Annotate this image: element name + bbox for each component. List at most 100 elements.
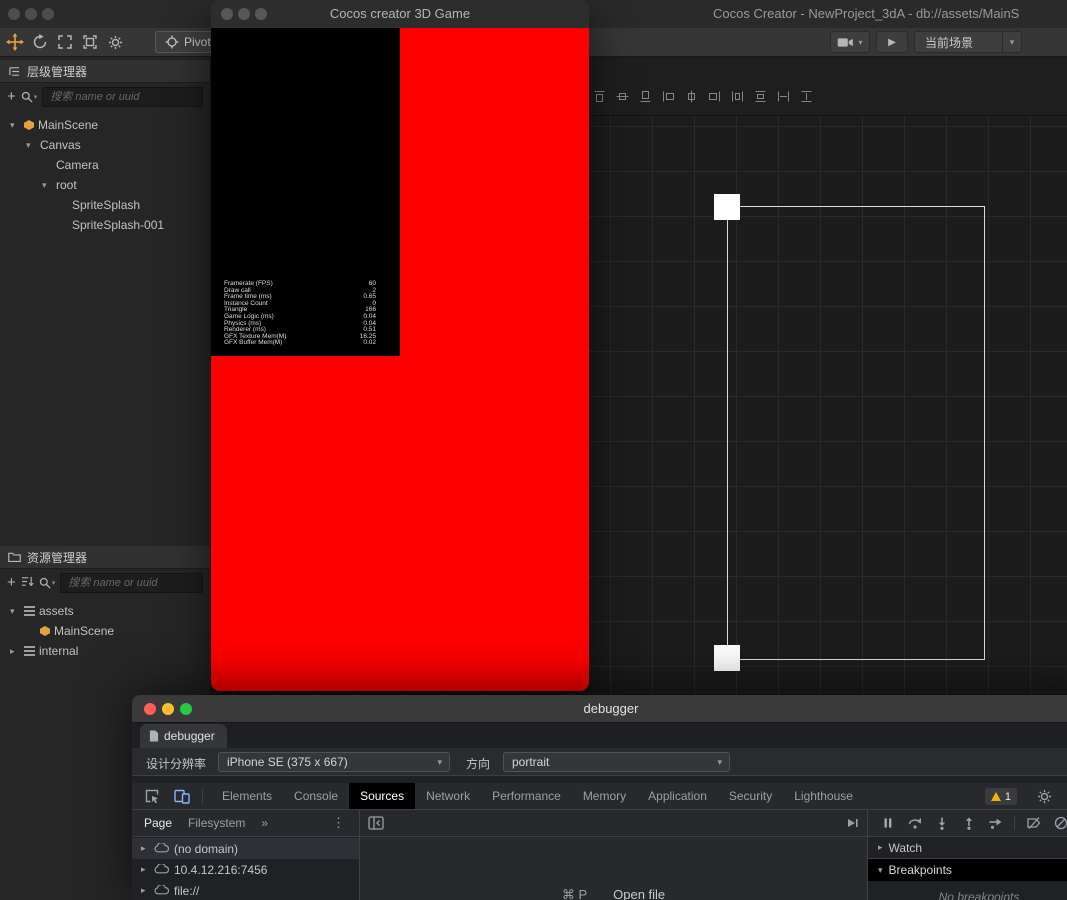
editor-empty-state[interactable]: ⌘ P Open file (360, 837, 867, 900)
settings-gear-icon[interactable] (104, 30, 126, 54)
close-button[interactable] (8, 8, 20, 20)
collapse-arrow-icon[interactable]: ▾ (26, 140, 40, 151)
pause-on-exceptions-icon[interactable] (1047, 810, 1067, 837)
collapse-arrow-icon[interactable]: ▾ (42, 180, 56, 191)
hierarchy-search-input[interactable] (48, 89, 197, 104)
move-tool-icon[interactable] (4, 30, 26, 54)
expand-arrow-icon[interactable]: ▸ (10, 646, 24, 657)
hierarchy-panel-header[interactable]: 层级管理器 (0, 60, 210, 83)
assets-node-internal[interactable]: ▸ internal (0, 641, 210, 661)
ui-transform-rect[interactable] (727, 206, 985, 660)
device-emulation-bar: 设计分辨率 iPhone SE (375 x 667) ▾ 方向 portrai… (132, 748, 1067, 776)
orientation-select-value: portrait (512, 755, 550, 769)
add-node-icon[interactable]: + (7, 89, 16, 104)
expand-arrow-icon[interactable]: ▸ (141, 885, 149, 896)
align-top-icon[interactable] (592, 89, 606, 103)
assets-panel-header[interactable]: 资源管理器 (0, 546, 210, 569)
frame-selection-icon[interactable] (79, 30, 101, 54)
hierarchy-node-canvas[interactable]: ▾ Canvas (0, 135, 210, 155)
more-options-icon[interactable]: ⋮ (332, 815, 345, 831)
orientation-select[interactable]: portrait ▾ (503, 752, 730, 772)
devtools-tab-network[interactable]: Network (415, 783, 481, 809)
collapse-arrow-icon[interactable]: ▾ (10, 606, 24, 617)
align-middle-icon[interactable] (615, 89, 629, 103)
step-icon[interactable] (982, 810, 1009, 837)
transform-handle-top-left[interactable] (714, 194, 740, 220)
devtools-tab-sources[interactable]: Sources (349, 783, 416, 809)
devtools-tab-elements[interactable]: Elements (211, 783, 283, 809)
sources-nav-tab-filesystem[interactable]: Filesystem (188, 816, 245, 830)
assets-node-mainscene[interactable]: MainScene (0, 621, 210, 641)
assets-node-assets[interactable]: ▾ assets (0, 601, 210, 621)
hierarchy-node-mainscene[interactable]: ▾ MainScene (0, 115, 210, 135)
minimize-button[interactable] (25, 8, 37, 20)
open-file-label[interactable]: Open file (613, 887, 665, 900)
current-scene-select[interactable]: 当前场景 ▾ (914, 31, 1022, 53)
pause-script-icon[interactable] (874, 810, 901, 837)
distribute-vertical-icon[interactable] (753, 89, 767, 103)
add-asset-icon[interactable]: + (7, 575, 16, 590)
stretch-horizontal-icon[interactable] (776, 89, 790, 103)
align-bottom-icon[interactable] (638, 89, 652, 103)
device-toolbar-toggle-icon[interactable] (172, 789, 192, 804)
search-filter-button[interactable]: ▾ (21, 91, 37, 103)
hierarchy-node-label: root (56, 178, 77, 192)
device-select[interactable]: iPhone SE (375 x 667) ▾ (218, 752, 450, 772)
game-preview-window: Cocos creator 3D Game Framerate (FPS) 60 D… (211, 0, 589, 691)
step-out-icon[interactable] (955, 810, 982, 837)
divider (202, 788, 203, 804)
search-filter-button[interactable]: ▾ (39, 577, 55, 589)
devtools-tab-lighthouse[interactable]: Lighthouse (783, 783, 864, 809)
step-over-icon[interactable] (901, 810, 928, 837)
watch-section-header[interactable]: ▸ Watch (868, 837, 1067, 859)
devtools-tab-application[interactable]: Application (637, 783, 718, 809)
debugger-tab[interactable]: debugger (140, 724, 227, 748)
distribute-horizontal-icon[interactable] (730, 89, 744, 103)
hierarchy-node-spritesplash[interactable]: SpriteSplash (0, 195, 210, 215)
refresh-icon[interactable] (29, 30, 51, 54)
sources-tree-item[interactable]: ▸ 10.4.12.216:7456 (132, 859, 359, 880)
stat-label: GFX Buffer Mem(M) (224, 339, 283, 347)
sources-tree-item[interactable]: ▸ (no domain) (132, 838, 359, 859)
assets-search-input[interactable] (66, 575, 197, 590)
fullscreen-icon[interactable] (54, 30, 76, 54)
no-breakpoints-message: No breakpoints (938, 890, 1020, 900)
assets-panel-title: 资源管理器 (27, 550, 88, 565)
chevron-down-icon: ▾ (1002, 32, 1021, 52)
devtools-tab-performance[interactable]: Performance (481, 783, 572, 809)
devtools-tab-console[interactable]: Console (283, 783, 349, 809)
warnings-badge[interactable]: 1 (984, 788, 1017, 805)
align-center-icon[interactable] (684, 89, 698, 103)
hierarchy-node-spritesplash-001[interactable]: SpriteSplash-001 (0, 215, 210, 235)
expand-arrow-icon[interactable]: ▸ (141, 864, 149, 875)
scene-icon (24, 120, 34, 130)
hierarchy-node-root[interactable]: ▾ root (0, 175, 210, 195)
devtools-tab-security[interactable]: Security (718, 783, 783, 809)
game-viewport[interactable]: Framerate (FPS) 60 Draw call 2 Frame time (m… (211, 28, 589, 691)
devtools-settings-icon[interactable] (1037, 789, 1052, 804)
sources-nav-tab-page[interactable]: Page (144, 816, 172, 830)
expand-arrow-icon[interactable]: ▸ (141, 843, 149, 854)
align-left-icon[interactable] (661, 89, 675, 103)
align-right-icon[interactable] (707, 89, 721, 103)
step-into-icon[interactable] (928, 810, 955, 837)
inspect-element-icon[interactable] (142, 788, 162, 804)
breakpoints-section-header[interactable]: ▾ Breakpoints (868, 859, 1067, 881)
show-debugger-sidebar-icon[interactable] (845, 816, 859, 830)
hierarchy-node-camera[interactable]: Camera (0, 155, 210, 175)
sort-icon[interactable] (21, 574, 34, 592)
preview-device-button[interactable]: ▾ (830, 31, 870, 53)
debugger-controls (868, 810, 1067, 837)
zoom-button[interactable] (42, 8, 54, 20)
warning-count: 1 (1004, 790, 1011, 803)
overflow-tabs-icon[interactable]: » (261, 816, 268, 830)
sources-tree-item[interactable]: ▸ file:// (132, 880, 359, 900)
transform-handle-bottom-left[interactable] (714, 645, 740, 671)
stretch-vertical-icon[interactable] (799, 89, 813, 103)
play-button[interactable]: ▶ (876, 31, 908, 53)
deactivate-breakpoints-icon[interactable] (1020, 810, 1047, 837)
hide-navigator-icon[interactable] (368, 816, 384, 830)
search-icon (21, 91, 33, 103)
devtools-tab-memory[interactable]: Memory (572, 783, 637, 809)
collapse-arrow-icon[interactable]: ▾ (10, 120, 24, 131)
